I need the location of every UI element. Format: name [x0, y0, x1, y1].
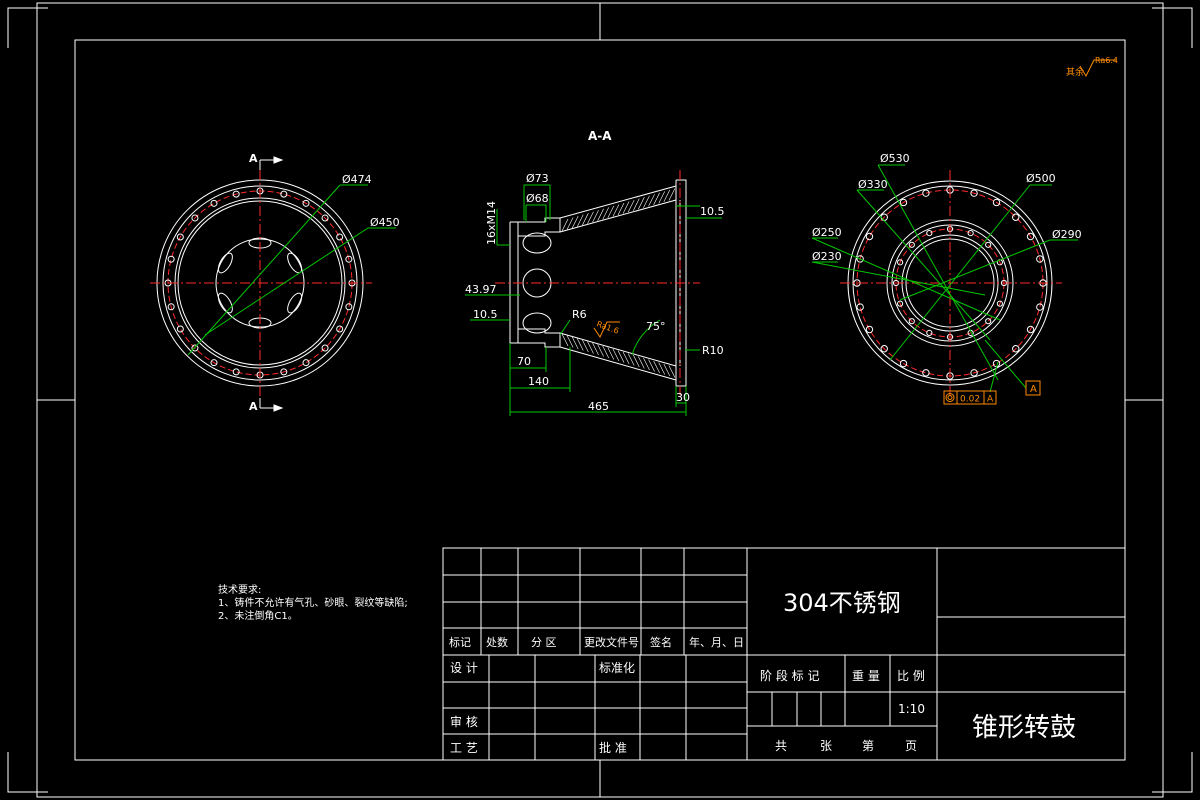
right-tolerance-datum: A [987, 395, 994, 405]
sec-dim-angle: 75° [646, 320, 666, 333]
revision-headers: 标记 处数 分 区 更改文件号 签名 年、月、日 [449, 635, 744, 649]
tb-scale-label: 比 例 [897, 669, 925, 683]
right-dim-290: Ø290 [1052, 228, 1082, 241]
sec-dim-140: 140 [528, 375, 549, 388]
sec-dim-30: 30 [676, 391, 690, 404]
sec-dim-d68: Ø68 [526, 192, 549, 205]
sec-dim-10-5-left: 10.5 [473, 308, 498, 321]
tb-approve: 批 准 [599, 740, 627, 755]
tb-sheets: 张 [820, 739, 832, 753]
title-material: 304不锈钢 [783, 589, 901, 617]
sec-dim-10-5-right: 10.5 [700, 205, 725, 218]
tb-sheet-no: 第 [862, 739, 874, 753]
right-dim-500: Ø500 [1026, 172, 1056, 185]
revision-header-cell: 更改文件号 [584, 635, 639, 649]
tech-req-title: 技术要求: [218, 583, 261, 596]
tb-process: 工 艺 [450, 741, 478, 755]
tb-review: 审 核 [450, 714, 478, 729]
tech-req-line2: 2、未注倒角C1。 [218, 609, 298, 622]
tb-standardize: 标准化 [599, 661, 635, 675]
revision-header-cell: 处数 [486, 636, 508, 649]
right-dim-230: Ø230 [812, 250, 842, 263]
tb-design: 设 计 [450, 661, 478, 675]
revision-header-cell: 分 区 [531, 636, 557, 649]
left-dim-450: Ø450 [370, 216, 400, 229]
cut-label-bottom: A [249, 400, 258, 413]
tb-stage-mark: 阶 段 标 记 [760, 668, 819, 683]
title-part-name: 锥形转鼓 [972, 713, 1076, 743]
section-label: A-A [588, 129, 612, 143]
tb-scale-value: 1:10 [898, 702, 925, 716]
right-dim-250: Ø250 [812, 226, 842, 239]
sec-dim-465: 465 [588, 400, 609, 413]
right-tolerance-value: 0.02 [960, 395, 980, 405]
left-dim-474: Ø474 [342, 173, 372, 186]
revision-header-cell: 年、月、日 [689, 635, 744, 649]
tb-total: 共 [775, 739, 787, 753]
right-datum-label: A [1030, 384, 1037, 395]
tech-req-line1: 1、铸件不允许有气孔、砂眼、裂纹等缺陷; [218, 596, 408, 609]
revision-header-cell: 签名 [650, 635, 672, 649]
right-dim-530: Ø530 [880, 152, 910, 165]
revision-header-cell: 标记 [449, 635, 471, 649]
sec-dim-d73: Ø73 [526, 172, 549, 185]
sec-dim-thread: 16xM14 [485, 201, 498, 245]
tb-weight: 重 量 [852, 669, 880, 683]
drawing-sheet: 其余 Ra6.4 A-A A A Ø474 Ø450 Ø73 Ø68 16xM1… [0, 0, 1200, 800]
sec-dim-r6: R6 [572, 308, 587, 321]
surface-finish-value: Ra6.4 [1095, 56, 1118, 65]
tb-page: 页 [905, 739, 917, 753]
cut-label-top: A [249, 152, 258, 165]
sec-dim-70: 70 [517, 355, 531, 368]
sec-dim-43-97: 43.97 [465, 283, 497, 296]
sec-dim-r10: R10 [702, 344, 724, 357]
right-dim-330: Ø330 [858, 178, 888, 191]
